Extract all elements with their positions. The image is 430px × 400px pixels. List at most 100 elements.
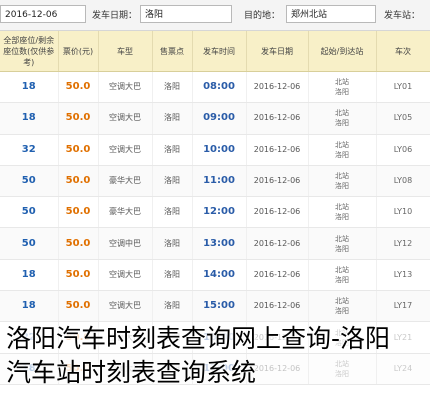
date-cell: 2016-12-06 (246, 102, 309, 135)
route-cell: 北站 洛阳 (308, 290, 377, 323)
price-cell: 50.0 (58, 259, 99, 292)
ticket-point-cell: 洛阳 (152, 165, 193, 198)
ticket-point-cell: 洛阳 (152, 71, 193, 104)
table-row[interactable]: 18 50.0 空调大巴 洛阳 15:00 2016-12-06 北站 洛阳 LY… (0, 290, 430, 323)
table-row[interactable]: 18 50.0 空调大巴 洛阳 08:00 2016-12-06 北站 洛阳 LY… (0, 71, 430, 104)
date-field[interactable]: 2016-12-06 (0, 5, 86, 23)
header-depart-date: 发车日期 (246, 31, 309, 72)
price-cell: 50.0 (58, 227, 99, 260)
route-to: 洛阳 (335, 88, 349, 97)
route-from: 北站 (335, 78, 349, 87)
seats-cell: 50 (0, 227, 59, 260)
bus-type-cell: 豪华大巴 (98, 165, 153, 198)
depart-label: 发车站： (384, 11, 421, 21)
header-price: 票价(元) (58, 31, 99, 72)
date-cell: 2016-12-06 (246, 165, 309, 198)
price-cell: 50.0 (58, 71, 99, 104)
time-cell: 13:00 (192, 227, 247, 260)
table-row[interactable]: 50 50.0 豪华大巴 洛阳 12:00 2016-12-06 北站 洛阳 LY… (0, 196, 430, 229)
route-from: 北站 (335, 109, 349, 118)
header-code: 车次 (376, 31, 430, 72)
route-cell: 北站 洛阳 (308, 259, 377, 292)
code-cell[interactable]: LY13 (376, 259, 430, 292)
route-from: 北站 (335, 140, 349, 149)
code-cell[interactable]: LY17 (376, 290, 430, 323)
code-cell[interactable]: LY10 (376, 196, 430, 229)
table-row[interactable]: 32 50.0 空调大巴 洛阳 10:00 2016-12-06 北站 洛阳 LY… (0, 134, 430, 166)
time-cell: 12:00 (192, 196, 247, 229)
table-row[interactable]: 50 50.0 豪华大巴 洛阳 11:00 2016-12-06 北站 洛阳 LY… (0, 165, 430, 198)
ticket-point-cell: 洛阳 (152, 227, 193, 260)
header-route: 起始/到达站 (308, 31, 377, 72)
time-cell: 11:00 (192, 165, 247, 198)
code-cell[interactable]: LY06 (376, 134, 430, 166)
seats-cell: 50 (0, 196, 59, 229)
from-field[interactable]: 洛阳 (140, 5, 232, 23)
route-cell: 北站 洛阳 (308, 196, 377, 229)
route-cell: 北站 洛阳 (308, 165, 377, 198)
price-cell: 50.0 (58, 102, 99, 135)
table-row[interactable]: 18 50.0 空调大巴 洛阳 14:00 2016-12-06 北站 洛阳 LY… (0, 259, 430, 292)
caption-overlay: 洛阳汽车时刻表查询网上查询-洛阳 汽车站时刻表查询系统 (6, 322, 428, 390)
date-cell: 2016-12-06 (246, 259, 309, 292)
bus-type-cell: 豪华大巴 (98, 196, 153, 229)
table-row[interactable]: 50 50.0 空调中巴 洛阳 13:00 2016-12-06 北站 洛阳 LY… (0, 227, 430, 260)
caption-line-2: 汽车站时刻表查询系统 (6, 358, 257, 387)
date-label: 发车日期： (92, 11, 138, 21)
header-bus-type: 车型 (98, 31, 153, 72)
date-cell: 2016-12-06 (246, 227, 309, 260)
date-cell: 2016-12-06 (246, 71, 309, 104)
time-cell: 15:00 (192, 290, 247, 323)
table-header-row: 全部座位/剩余座位数(仅供参考) 票价(元) 车型 售票点 发车时间 发车日期 … (0, 31, 430, 72)
seats-cell: 18 (0, 290, 59, 323)
route-from: 北站 (335, 172, 349, 181)
code-cell[interactable]: LY08 (376, 165, 430, 198)
code-cell[interactable]: LY01 (376, 71, 430, 104)
seats-cell: 18 (0, 102, 59, 135)
route-from: 北站 (335, 297, 349, 306)
bus-type-cell: 空调大巴 (98, 71, 153, 104)
code-cell[interactable]: LY05 (376, 102, 430, 135)
time-cell: 08:00 (192, 71, 247, 104)
to-label: 目的地： (244, 11, 281, 21)
ticket-point-cell: 洛阳 (152, 102, 193, 135)
route-to: 洛阳 (335, 307, 349, 316)
seats-cell: 32 (0, 134, 59, 166)
header-depart-time: 发车时间 (192, 31, 247, 72)
route-from: 北站 (335, 203, 349, 212)
date-cell: 2016-12-06 (246, 290, 309, 323)
seats-cell: 18 (0, 71, 59, 104)
header-seats: 全部座位/剩余座位数(仅供参考) (0, 31, 59, 72)
price-cell: 50.0 (58, 196, 99, 229)
ticket-point-cell: 洛阳 (152, 259, 193, 292)
route-cell: 北站 洛阳 (308, 227, 377, 260)
bus-type-cell: 空调中巴 (98, 227, 153, 260)
route-to: 洛阳 (335, 182, 349, 191)
route-cell: 北站 洛阳 (308, 71, 377, 104)
seats-cell: 50 (0, 165, 59, 198)
route-to: 洛阳 (335, 244, 349, 253)
route-cell: 北站 洛阳 (308, 134, 377, 166)
to-field[interactable]: 郑州北站 (286, 5, 376, 23)
table-row[interactable]: 18 50.0 空调大巴 洛阳 09:00 2016-12-06 北站 洛阳 LY… (0, 102, 430, 135)
search-bar: 2016-12-06 发车日期： 洛阳 目的地： 郑州北站 发车站： (0, 0, 430, 31)
code-cell[interactable]: LY12 (376, 227, 430, 260)
bus-type-cell: 空调大巴 (98, 290, 153, 323)
date-cell: 2016-12-06 (246, 134, 309, 166)
route-from: 北站 (335, 234, 349, 243)
route-to: 洛阳 (335, 213, 349, 222)
price-cell: 50.0 (58, 134, 99, 166)
bus-type-cell: 空调大巴 (98, 134, 153, 166)
price-cell: 50.0 (58, 290, 99, 323)
time-cell: 10:00 (192, 134, 247, 166)
ticket-point-cell: 洛阳 (152, 290, 193, 323)
route-to: 洛阳 (335, 119, 349, 128)
time-cell: 09:00 (192, 102, 247, 135)
route-to: 洛阳 (335, 275, 349, 284)
route-from: 北站 (335, 265, 349, 274)
ticket-point-cell: 洛阳 (152, 134, 193, 166)
date-cell: 2016-12-06 (246, 196, 309, 229)
bus-type-cell: 空调大巴 (98, 102, 153, 135)
header-ticket-point: 售票点 (152, 31, 193, 72)
route-to: 洛阳 (335, 150, 349, 159)
